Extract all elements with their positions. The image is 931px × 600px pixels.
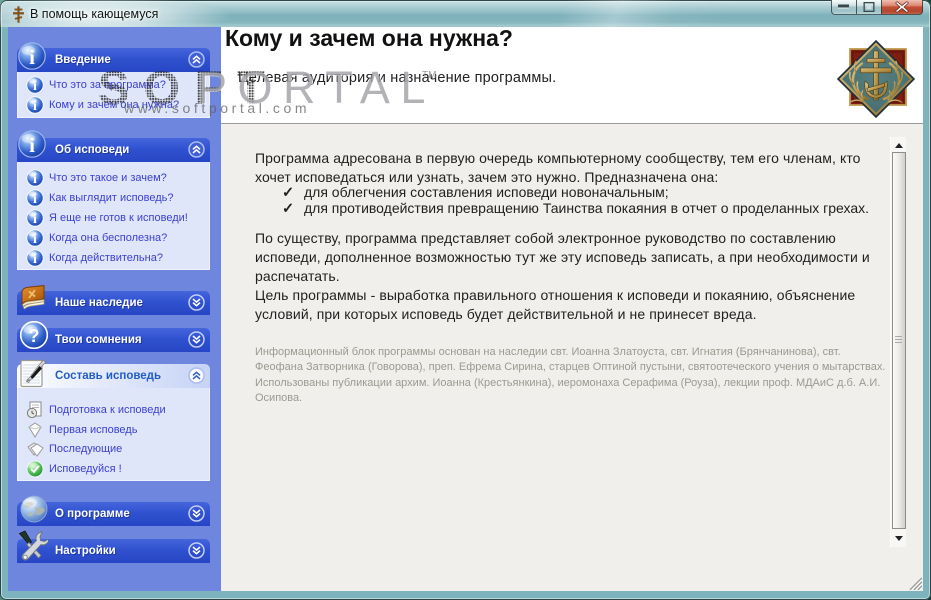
svg-text:i: i bbox=[33, 212, 37, 227]
svg-text:i: i bbox=[33, 232, 37, 247]
svg-text:i: i bbox=[33, 192, 37, 207]
svg-text:i: i bbox=[33, 79, 37, 94]
svg-text:i: i bbox=[29, 45, 35, 69]
svg-text:i: i bbox=[29, 133, 35, 157]
svg-text:i: i bbox=[33, 99, 37, 114]
svg-text:?: ? bbox=[29, 326, 40, 346]
svg-text:i: i bbox=[33, 252, 37, 267]
svg-text:i: i bbox=[33, 172, 37, 187]
